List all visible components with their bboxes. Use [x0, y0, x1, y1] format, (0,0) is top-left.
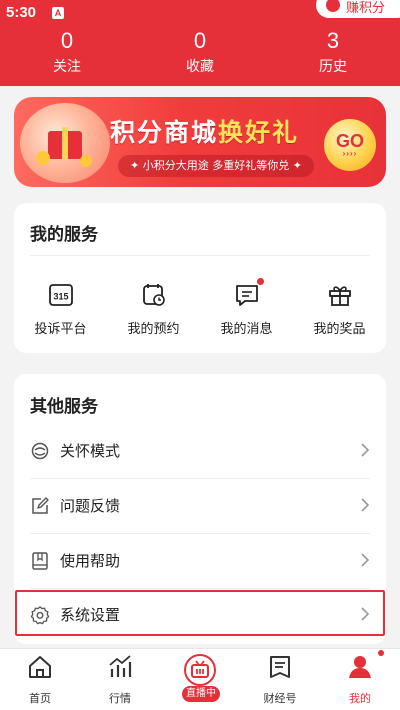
banner-title-main: 积分商城 — [110, 118, 219, 147]
feedback-icon — [32, 497, 49, 514]
stat-following[interactable]: 0 关注 — [22, 28, 112, 76]
stat-following-label: 关注 — [53, 59, 81, 75]
market-chart-icon — [107, 654, 133, 680]
care-mode-icon — [31, 442, 49, 460]
live-tv-icon — [191, 660, 209, 678]
service-label: 我的奖品 — [313, 322, 366, 337]
home-icon — [27, 654, 53, 680]
banner-title-highlight: 换好礼 — [218, 118, 300, 147]
stat-history-label: 历史 — [319, 59, 347, 75]
divider — [30, 255, 370, 256]
banner-go-button[interactable]: GO ›››› — [324, 119, 376, 171]
svg-text:315: 315 — [53, 292, 68, 302]
row-help[interactable]: 使用帮助 — [14, 534, 386, 588]
profile-icon — [347, 650, 384, 680]
go-label: GO — [335, 131, 364, 151]
banner-title: 积分商城换好礼 — [110, 113, 299, 149]
chevron-right-icon — [361, 443, 370, 457]
points-mall-banner[interactable]: 积分商城换好礼 ✦ 小积分大用途 多重好礼等你兑 ✦ GO ›››› — [14, 97, 386, 187]
row-label: 关怀模式 — [60, 442, 121, 460]
earn-points-button[interactable]: 赚积分 — [316, 0, 400, 18]
service-complaint[interactable]: 315 投诉平台 — [14, 282, 107, 337]
row-care-mode[interactable]: 关怀模式 — [14, 424, 386, 478]
nav-label: 财经号 — [263, 692, 297, 705]
service-label: 投诉平台 — [34, 322, 87, 337]
live-badge[interactable]: 直播中 — [182, 686, 220, 702]
row-feedback[interactable]: 问题反馈 — [14, 479, 386, 533]
my-services-title: 我的服务 — [30, 225, 98, 245]
nav-live[interactable] — [184, 654, 216, 686]
stat-history[interactable]: 3 历史 — [288, 28, 378, 76]
chevron-right-icon — [361, 498, 370, 512]
nav-market[interactable]: 行情 — [80, 654, 160, 706]
gift-box-icon — [20, 103, 110, 183]
stat-history-count: 3 — [326, 28, 340, 53]
nav-label: 首页 — [29, 692, 51, 705]
nav-home[interactable]: 首页 — [0, 654, 80, 706]
settings-highlight-box — [15, 590, 385, 636]
stat-favorites[interactable]: 0 收藏 — [155, 28, 245, 76]
status-time: 5:30 — [6, 4, 37, 21]
row-label: 问题反馈 — [60, 497, 121, 515]
stat-following-count: 0 — [60, 28, 74, 53]
complaint-315-icon: 315 — [48, 282, 74, 308]
nav-finance-account[interactable]: 财经号 — [240, 654, 320, 706]
service-prizes[interactable]: 我的奖品 — [293, 282, 386, 337]
finance-account-icon — [267, 654, 293, 680]
banner-subtitle: ✦ 小积分大用途 多重好礼等你兑 ✦ — [118, 155, 314, 177]
calendar-clock-icon — [141, 282, 167, 308]
points-icon — [326, 0, 340, 12]
nav-profile[interactable]: 我的 — [320, 650, 400, 706]
go-arrows: ›››› — [342, 149, 358, 158]
service-label: 我的预约 — [127, 322, 180, 337]
message-icon — [234, 278, 264, 308]
earn-points-label: 赚积分 — [346, 1, 386, 16]
gift-icon — [327, 282, 353, 308]
nav-label: 我的 — [349, 692, 371, 705]
unread-dot — [256, 278, 264, 285]
help-book-icon — [32, 552, 48, 570]
row-label: 使用帮助 — [60, 552, 121, 570]
service-label: 我的消息 — [220, 322, 273, 337]
service-messages[interactable]: 我的消息 — [200, 278, 293, 337]
status-notification-icon: A — [52, 7, 64, 19]
stat-favorites-count: 0 — [193, 28, 207, 53]
chevron-right-icon — [361, 553, 370, 567]
other-services-title: 其他服务 — [30, 397, 98, 417]
stat-favorites-label: 收藏 — [186, 59, 214, 75]
profile-notification-dot — [378, 650, 384, 656]
service-appointments[interactable]: 我的预约 — [107, 282, 200, 337]
nav-label: 行情 — [109, 692, 131, 705]
